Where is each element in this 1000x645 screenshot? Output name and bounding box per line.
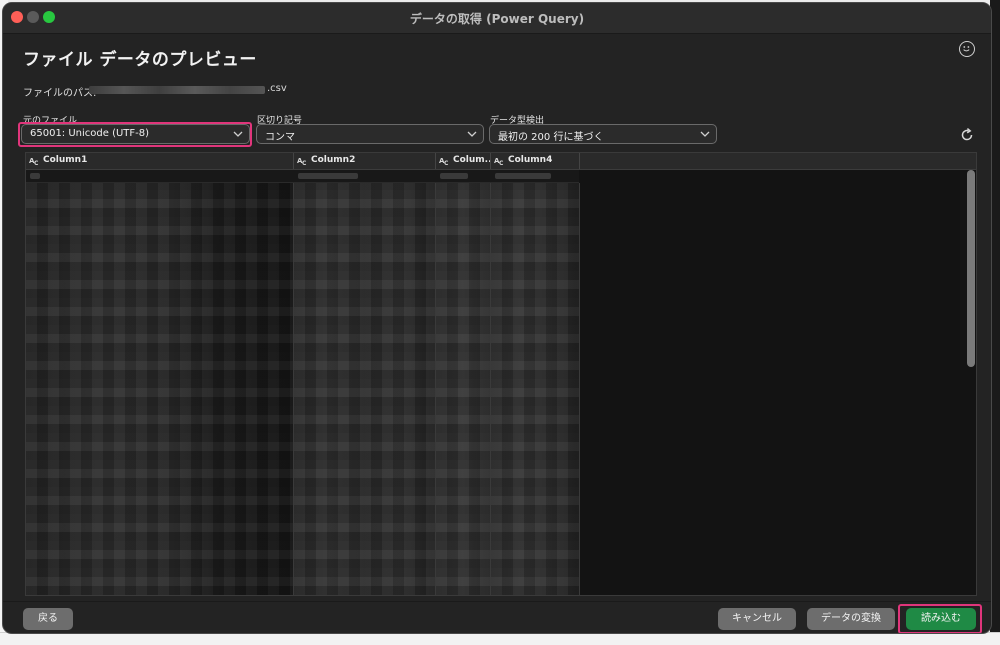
svg-text:C: C [34,160,39,166]
chevron-down-icon [467,129,477,142]
cancel-button[interactable]: キャンセル [718,608,796,630]
column-header-label: Column1 [43,155,88,165]
column-header-4[interactable]: AC Column4 [491,153,580,169]
chevron-down-icon [700,129,710,142]
table-header-row: AC Column1 AC Column2 AC Colum... AC Col… [26,153,976,170]
file-path-redacted [89,86,265,94]
delimiter-select-value: コンマ [265,132,295,143]
column-header-1[interactable]: AC Column1 [26,153,294,169]
svg-text:C: C [302,160,307,166]
detect-select-value: 最初の 200 行に基づく [498,132,604,143]
power-query-dialog: データの取得 (Power Query) ファイル データのプレビュー ファイル… [2,2,992,634]
text-type-icon: AC [439,155,451,169]
delimiter-select[interactable]: コンマ [256,124,484,144]
column-header-label: Column4 [508,155,553,165]
vertical-scrollbar[interactable] [966,169,976,595]
dialog-footer: 戻る キャンセル データの変換 読み込む [3,601,991,633]
file-path-extension: .csv [267,83,287,94]
load-highlight-box [898,604,982,633]
column-header-3[interactable]: AC Colum... [436,153,491,169]
preview-table[interactable]: AC Column1 AC Column2 AC Colum... AC Col… [25,152,977,596]
redacted-cell [440,173,468,179]
text-type-icon: AC [297,155,309,169]
file-path-value: .csv [89,83,287,96]
redacted-data-column [491,183,580,595]
column-header-label: Colum... [453,155,491,165]
text-type-icon: AC [29,155,41,169]
text-type-icon: AC [494,155,506,169]
svg-text:C: C [444,160,449,166]
redacted-cell [30,173,40,179]
origin-highlight-box [18,122,252,147]
redacted-cell [495,173,551,179]
smiley-feedback-icon[interactable] [959,41,975,57]
scrollbar-thumb[interactable] [967,170,975,367]
column-header-label: Column2 [311,155,356,165]
redacted-data-column [26,183,294,595]
dialog-title: ファイル データのプレビュー [23,50,257,70]
back-button[interactable]: 戻る [23,608,73,630]
transform-data-button[interactable]: データの変換 [807,608,895,630]
redacted-data-column [294,183,436,595]
file-path-label: ファイルのパス: [23,88,97,99]
column-header-2[interactable]: AC Column2 [294,153,436,169]
svg-text:C: C [499,160,504,166]
window-titlebar: データの取得 (Power Query) [3,3,991,34]
window-title: データの取得 (Power Query) [409,12,585,26]
refresh-icon[interactable] [959,127,975,143]
table-row [26,170,579,183]
redacted-data-column [436,183,491,595]
detect-select[interactable]: 最初の 200 行に基づく [489,124,717,144]
redacted-cell [298,173,358,179]
